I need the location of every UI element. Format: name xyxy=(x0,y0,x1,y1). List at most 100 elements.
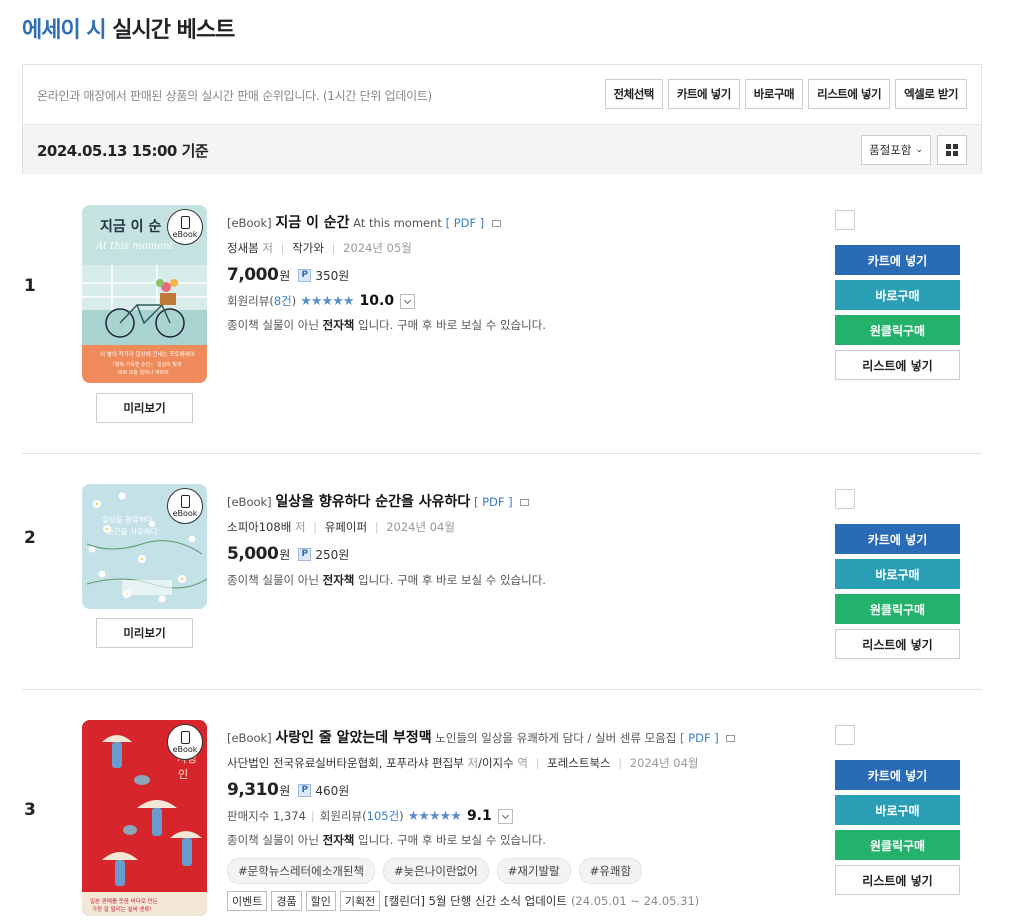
author-line: 소피아108배 저 | 유페이퍼 | 2024년 04월 xyxy=(227,520,455,534)
preview-button[interactable]: 미리보기 xyxy=(96,393,193,423)
svg-text:인: 인 xyxy=(178,768,188,781)
add-to-list-button[interactable]: 리스트에 넣기 xyxy=(835,865,960,895)
point-value: 250원 xyxy=(315,547,350,562)
soldout-filter-select[interactable]: 품절포함 ⌄ xyxy=(861,135,931,165)
notice-text: 종이책 실물이 아닌 xyxy=(227,833,323,847)
new-window-icon[interactable] xyxy=(726,735,736,742)
rating-score: 9.1 xyxy=(466,808,492,824)
book-info: [eBook] 일상을 향유하다 순간을 사유하다 [ PDF ] 소피아108… xyxy=(227,491,827,588)
select-all-button[interactable]: 전체선택 xyxy=(604,79,663,109)
ebook-badge: eBook xyxy=(167,724,203,760)
one-click-buy-button[interactable]: 원클릭구매 xyxy=(835,315,960,345)
author-link[interactable]: 정새봄 xyxy=(227,241,259,255)
event-link[interactable]: [캘린더] 5월 단행 신간 소식 업데이트 xyxy=(384,893,567,909)
buy-now-button[interactable]: 바로구매 xyxy=(835,559,960,589)
title-line: [eBook] 일상을 향유하다 순간을 사유하다 [ PDF ] xyxy=(227,491,827,511)
one-click-buy-button[interactable]: 원클릭구매 xyxy=(835,594,960,624)
price-line: 7,000 원 P 350원 xyxy=(227,265,827,285)
buy-now-button[interactable]: 바로구매 xyxy=(835,795,960,825)
publish-date: 2024년 05월 xyxy=(343,241,412,255)
format-label: [eBook] xyxy=(227,731,272,745)
translator-link[interactable]: 이지수 xyxy=(482,756,514,770)
sales-index-label: 판매지수 xyxy=(227,809,270,823)
book-cover[interactable]: 지금 이 순 At this moment 이 별의 작가가 일상에 건네는 포… xyxy=(82,205,207,383)
price-line: 5,000 원 P 250원 xyxy=(227,544,827,564)
point-icon: P xyxy=(298,783,312,797)
chevron-down-icon: ⌄ xyxy=(915,145,923,155)
book-cover[interactable]: 사랑 인 일본 판매를 웃음 바다로 만든 가장 잘 팔리는 실버 센류! eB… xyxy=(82,720,207,916)
notice-emphasis: 전자책 xyxy=(322,573,355,587)
ebook-notice: 종이책 실물이 아닌 전자책 입니다. 구매 후 바로 보실 수 있습니다. xyxy=(227,832,827,848)
price-value: 9,310 xyxy=(227,780,279,800)
price-unit: 원 xyxy=(279,268,291,283)
book-title-link[interactable]: 일상을 향유하다 순간을 사유하다 xyxy=(275,494,470,510)
event-tag: 기획전 xyxy=(339,891,381,911)
category-name[interactable]: 에세이 시 xyxy=(22,18,107,43)
title-line: [eBook] 지금 이 순간 At this moment [ PDF ] xyxy=(227,212,827,232)
preview-button[interactable]: 미리보기 xyxy=(96,618,193,648)
cover-subtitle: At this moment xyxy=(95,241,175,252)
new-window-icon[interactable] xyxy=(491,220,501,227)
rating-dropdown-button[interactable] xyxy=(497,808,513,824)
book-title-link[interactable]: 지금 이 순간 xyxy=(275,215,349,231)
review-count[interactable]: 8건 xyxy=(274,293,292,309)
add-to-cart-button[interactable]: 카트에 넣기 xyxy=(835,524,960,554)
cover-title: 지금 이 순 xyxy=(100,218,161,235)
publisher-link[interactable]: 작가와 xyxy=(292,241,324,255)
ranking-description: 온라인과 매장에서 판매된 상품의 실시간 판매 순위입니다. (1시간 단위 … xyxy=(37,89,432,103)
add-to-list-all-button[interactable]: 리스트에 넣기 xyxy=(808,79,891,109)
grid-view-button[interactable] xyxy=(937,135,967,165)
book-title-link[interactable]: 사랑인 줄 알았는데 부정맥 xyxy=(275,730,431,746)
author-link[interactable]: 사단법인 전국유료실버타운협회, 포푸라샤 편집부 xyxy=(227,756,464,770)
review-label: 회원리뷰 xyxy=(319,809,363,823)
export-excel-button[interactable]: 엑셀로 받기 xyxy=(895,79,967,109)
add-to-cart-button[interactable]: 카트에 넣기 xyxy=(835,245,960,275)
author-suffix: 저 xyxy=(262,241,273,255)
author-link[interactable]: 소피아108배 xyxy=(227,520,291,534)
hashtag[interactable]: #유쾌함 xyxy=(578,858,643,884)
select-checkbox[interactable] xyxy=(835,210,855,230)
format-pdf: [ PDF ] xyxy=(680,731,719,745)
add-to-list-button[interactable]: 리스트에 넣기 xyxy=(835,350,960,380)
publisher-link[interactable]: 유페이퍼 xyxy=(325,520,367,534)
hashtag[interactable]: #문학뉴스레터에소개된책 xyxy=(227,858,376,884)
notice-emphasis: 전자책 xyxy=(322,833,355,847)
author-line: 정새봄 저 | 작가와 | 2024년 05월 xyxy=(227,241,412,255)
author-suffix: 저 xyxy=(294,520,306,534)
ebook-badge: eBook xyxy=(167,488,203,524)
event-tag: 경품 xyxy=(271,891,302,911)
book-cover[interactable]: 일상을 향유하다 순간을 사유하다 eBook xyxy=(82,484,207,609)
notice-text-end: 입니다. 구매 후 바로 보실 수 있습니다. xyxy=(354,833,546,847)
buy-now-button[interactable]: 바로구매 xyxy=(835,280,960,310)
hashtag-list: #문학뉴스레터에소개된책 #늦은나이란없어 #재기발랄 #유쾌함 xyxy=(227,858,827,884)
new-window-icon[interactable] xyxy=(520,499,530,506)
select-checkbox[interactable] xyxy=(835,489,855,509)
notice-text: 종이책 실물이 아닌 xyxy=(227,318,323,332)
publisher-link[interactable]: 포레스트북스 xyxy=(547,756,610,770)
one-click-buy-button[interactable]: 원클릭구매 xyxy=(835,830,960,860)
price-value: 5,000 xyxy=(227,544,279,564)
hashtag[interactable]: #재기발랄 xyxy=(496,858,571,884)
hashtag[interactable]: #늦은나이란없어 xyxy=(383,858,489,884)
ebook-label: eBook xyxy=(172,508,198,518)
point-value: 350원 xyxy=(315,268,350,283)
ebook-badge: eBook xyxy=(167,209,203,245)
review-line: 판매지수 1,374 | 회원리뷰(105건) ★★★★★ 9.1 xyxy=(227,808,827,824)
review-count[interactable]: 105건 xyxy=(367,808,400,824)
price-line: 9,310 원 P 460원 xyxy=(227,780,827,800)
page-title: 에세이 시 실시간 베스트 xyxy=(22,12,235,44)
book-info: [eBook] 사랑인 줄 알았는데 부정맥 노인들의 일상을 유쾌하게 담다 … xyxy=(227,727,827,911)
buy-now-all-button[interactable]: 바로구매 xyxy=(744,79,804,109)
svg-text:일상을 향유하다: 일상을 향유하다 xyxy=(102,514,153,524)
add-to-list-button[interactable]: 리스트에 넣기 xyxy=(835,629,960,659)
rating-dropdown-button[interactable] xyxy=(400,293,416,309)
svg-text:가장 잘 팔리는 실버 센류!: 가장 잘 팔리는 실버 센류! xyxy=(92,905,152,913)
select-checkbox[interactable] xyxy=(835,725,855,745)
toolbar-buttons: 전체선택 카트에 넣기 바로구매 리스트에 넣기 엑셀로 받기 xyxy=(604,79,967,109)
svg-text:『행복 가득한 순간』 일상의 빛과: 『행복 가득한 순간』 일상의 빛과 xyxy=(110,361,182,368)
book-subtitle: At this moment xyxy=(353,216,442,230)
ebook-device-icon xyxy=(180,730,190,744)
add-to-cart-all-button[interactable]: 카트에 넣기 xyxy=(667,79,740,109)
add-to-cart-button[interactable]: 카트에 넣기 xyxy=(835,760,960,790)
event-line: 이벤트 경품 할인 기획전 [캘린더] 5월 단행 신간 소식 업데이트 (24… xyxy=(227,891,827,911)
